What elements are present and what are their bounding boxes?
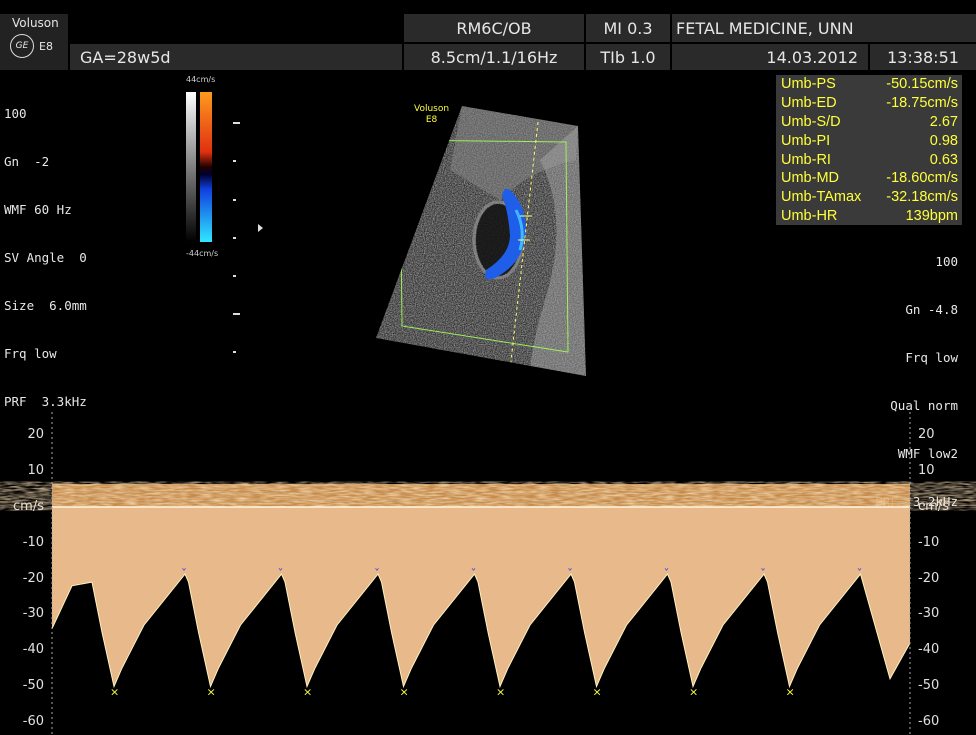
colorbar-bottom-label: -44cm/s [186,249,219,258]
velocity-colorbar [200,92,212,242]
end-diastolic-marker: ˇ [471,567,477,581]
param-gain: Gn -2 [4,154,50,169]
param-frq: Frq low [4,346,57,361]
systolic-peak-marker: × [496,686,505,699]
ge-logo-icon: GE [10,34,34,58]
param-size: Size 6.0mm [4,298,87,313]
brand-label: Voluson [12,16,59,30]
model-label: E8 [39,39,53,53]
systolic-peak-marker: × [593,686,602,699]
param-power: 100 [935,254,958,269]
tib-index: TIb 1.0 [586,44,670,70]
measurement-panel: Umb-PS -50.15cm/s Umb-ED -18.75cm/s Umb-S/… [776,75,962,226]
end-diastolic-marker: ˇ [278,567,284,581]
probe-preset: RM6C/OB [404,14,584,42]
end-diastolic-marker: ˇ [664,567,670,581]
end-diastolic-marker: ˇ [760,567,766,581]
param-power: 100 [4,106,27,121]
measurement-row: Umb-TAmax -32.18cm/s [781,189,958,206]
depth-freq: 8.5cm/1.1/16Hz [404,44,584,70]
param-sv-angle: SV Angle 0 [4,250,87,265]
ga-field: GA=28w5d [70,44,402,70]
param-frq: Frq low [905,350,958,365]
systolic-peak-marker: × [110,686,119,699]
date-field: 14.03.2012 [672,44,868,70]
measurement-row: Umb-MD -18.60cm/s [781,170,958,187]
end-diastolic-marker: ˇ [857,567,863,581]
end-diastolic-marker: ˇ [181,567,187,581]
colorbar-top-label: 44cm/s [186,75,216,84]
bmode-image[interactable] [370,100,590,380]
systolic-peak-marker: × [689,686,698,699]
measurement-row: Umb-RI 0.63 [781,151,958,168]
institution: FETAL MEDICINE, UNN [672,14,976,42]
end-diastolic-marker: ˇ [567,567,573,581]
measurement-row: Umb-S/D 2.67 [781,113,958,130]
time-field: 13:38:51 [870,44,976,70]
mi-index: MI 0.3 [586,14,670,42]
param-wmf: WMF 60 Hz [4,202,72,217]
systolic-peak-marker: × [303,686,312,699]
measurement-row: Umb-PS -50.15cm/s [781,76,958,93]
systolic-peak-marker: × [400,686,409,699]
brand-box: Voluson GE E8 [0,14,68,70]
grayscale-bar [186,92,196,242]
measurement-row: Umb-ED -18.75cm/s [781,95,958,112]
doppler-spectrum[interactable]: × ˇ × ˇ × ˇ × ˇ × ˇ × ˇ × ˇ × ˇ [0,400,976,735]
systolic-peak-marker: × [786,686,795,699]
color-doppler-params: 100 Gn -2 WMF 60 Hz SV Angle 0 Size 6.0m… [4,74,87,426]
end-diastolic-marker: ˇ [374,567,380,581]
param-gain: Gn -4.8 [905,302,958,317]
measurement-row: Umb-PI 0.98 [781,132,958,149]
systolic-peak-marker: × [207,686,216,699]
